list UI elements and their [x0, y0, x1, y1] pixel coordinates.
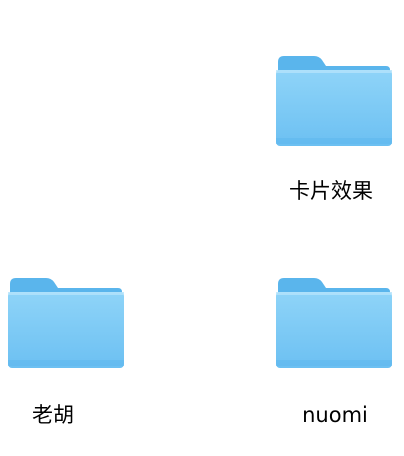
folder-item-laohu[interactable]: 老胡 [0, 266, 140, 456]
folder-label: nuomi [302, 403, 368, 427]
folder-item-nuomi[interactable]: nuomi [258, 266, 404, 456]
folder-icon [8, 278, 124, 368]
folder-item-card-effects[interactable]: 卡片效果 [256, 40, 404, 230]
desktop: 卡片效果 老胡 nuomi [0, 0, 404, 444]
folder-icon [276, 56, 392, 146]
folder-icon [276, 278, 392, 368]
folder-label: 老胡 [32, 403, 74, 427]
folder-label: 卡片效果 [289, 179, 373, 203]
